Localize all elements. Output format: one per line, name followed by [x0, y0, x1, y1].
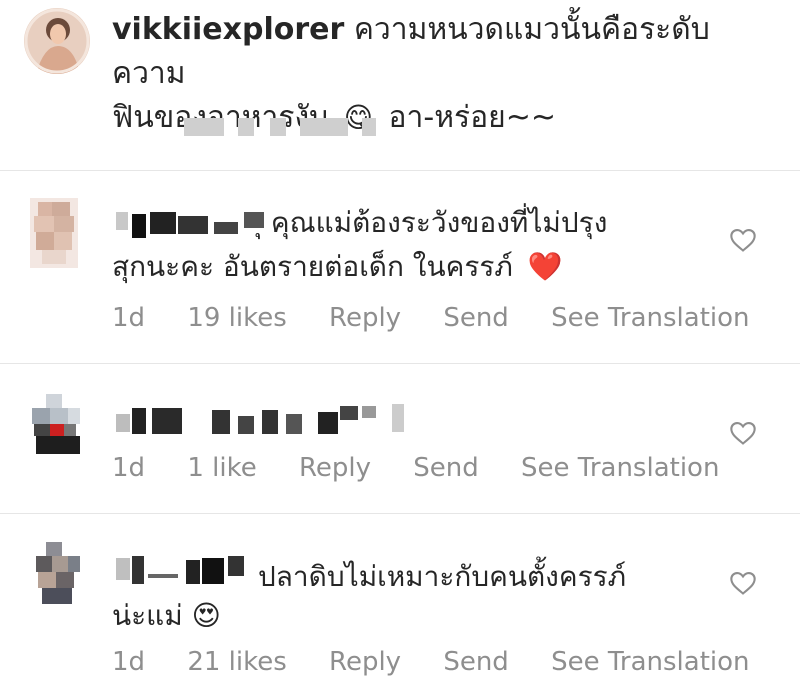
send-button[interactable]: Send — [443, 647, 508, 677]
heart-emoji-icon: ❤️ — [527, 250, 563, 283]
comment-text-line2: สุกนะคะ อันตรายต่อเด็ก ในครรภ์ — [112, 250, 513, 283]
divider — [0, 363, 800, 364]
reply-button[interactable]: Reply — [299, 453, 371, 483]
comment-avatar[interactable] — [24, 392, 84, 458]
divider — [0, 170, 800, 171]
comment-time: 1d — [112, 647, 146, 677]
comment-meta: 1d 21 likes Reply Send See Translation — [112, 647, 784, 677]
send-button[interactable]: Send — [443, 303, 508, 333]
comment-text: ปลาดิบไม่เหมาะกับคนตั้งครรภ์ — [258, 557, 718, 597]
heart-eyes-emoji-icon: 😍 — [191, 599, 221, 632]
comment-text: ุ คุณแม่ต้องระวังของที่ไม่ปรุง — [262, 203, 722, 243]
comment-time: 1d — [112, 453, 146, 483]
see-translation-button[interactable]: See Translation — [551, 647, 749, 677]
see-translation-button[interactable]: See Translation — [521, 453, 719, 483]
caption-avatar[interactable] — [24, 8, 90, 74]
like-heart-icon[interactable] — [729, 227, 757, 253]
see-translation-button[interactable]: See Translation — [551, 303, 749, 333]
comment-text-2: สุกนะคะ อันตรายต่อเด็ก ในครรภ์ ❤️ — [112, 247, 712, 287]
reply-button[interactable]: Reply — [329, 647, 401, 677]
comment-likes[interactable]: 19 likes — [187, 303, 286, 333]
comment-likes[interactable]: 1 like — [187, 453, 256, 483]
comment-avatar[interactable] — [30, 540, 84, 608]
comment-avatar[interactable] — [30, 198, 78, 268]
comment-text-line1: ปลาดิบไม่เหมาะกับคนตั้งครรภ์ — [258, 560, 627, 593]
comment-text-line2: น่ะแม่ — [112, 599, 183, 632]
reply-button[interactable]: Reply — [329, 303, 401, 333]
caption-username[interactable]: vikkiiexplorer — [112, 12, 344, 47]
comment-text-line1: ุ คุณแม่ต้องระวังของที่ไม่ปรุง — [262, 206, 608, 239]
comment-meta: 1d 1 like Reply Send See Translation — [112, 453, 753, 483]
caption-text-line2b: อา-หร่อย~~ — [388, 100, 556, 135]
like-heart-icon[interactable] — [729, 420, 757, 446]
comment-text-2: น่ะแม่ 😍 — [112, 596, 712, 636]
send-button[interactable]: Send — [413, 453, 478, 483]
comment-time: 1d — [112, 303, 146, 333]
divider — [0, 513, 800, 514]
like-heart-icon[interactable] — [729, 570, 757, 596]
comment-likes[interactable]: 21 likes — [187, 647, 286, 677]
comment-meta: 1d 19 likes Reply Send See Translation — [112, 303, 784, 333]
